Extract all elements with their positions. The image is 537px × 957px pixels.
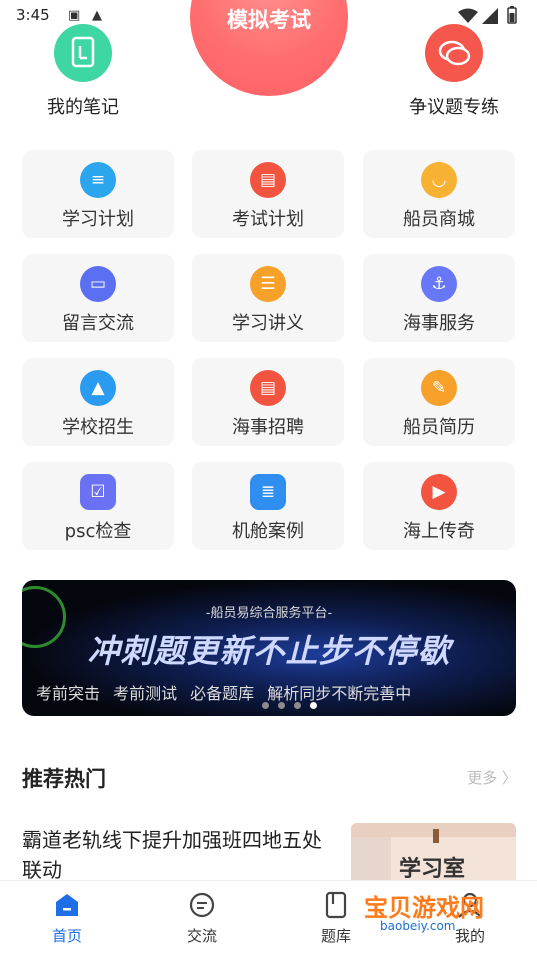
note-icon bbox=[54, 24, 112, 82]
exam-plan-icon: ▤ bbox=[250, 162, 286, 198]
home-icon bbox=[53, 891, 81, 919]
my-notes-label: 我的笔记 bbox=[47, 97, 119, 118]
mock-exam-button[interactable]: 模拟考试 bbox=[190, 0, 348, 96]
recruit-icon: ▤ bbox=[250, 370, 286, 406]
grid-label: 船员简历 bbox=[403, 417, 475, 438]
grid-item-maritime-recruit[interactable]: ▤ 海事招聘 bbox=[192, 358, 344, 446]
nav-home-label: 首页 bbox=[51, 927, 82, 945]
mock-exam-label: 模拟考试 bbox=[227, 8, 311, 32]
grid-item-engine-case[interactable]: ≣ 机舱案例 bbox=[192, 462, 344, 550]
grid-label: 学习计划 bbox=[62, 209, 134, 230]
carousel-dot[interactable] bbox=[278, 702, 285, 709]
lecture-icon: ☰ bbox=[250, 266, 286, 302]
grid-label: 海事招聘 bbox=[232, 417, 304, 438]
grid-label: 学校招生 bbox=[62, 417, 134, 438]
grid-label: 海上传奇 bbox=[403, 521, 475, 542]
grid-label: psc检查 bbox=[64, 521, 132, 542]
watermark-text: 宝贝游戏网 bbox=[364, 894, 484, 922]
grid-item-maritime-service[interactable]: ⚓ 海事服务 bbox=[363, 254, 515, 342]
grid-label: 船员商城 bbox=[403, 209, 475, 230]
carousel-dot-active[interactable] bbox=[310, 702, 317, 709]
grid-item-study-plan[interactable]: ≡ 学习计划 bbox=[22, 150, 174, 238]
grid-label: 留言交流 bbox=[62, 313, 134, 334]
grid-item-crew-shop[interactable]: ◡ 船员商城 bbox=[363, 150, 515, 238]
message-icon: ▭ bbox=[80, 266, 116, 302]
grid-label: 机舱案例 bbox=[232, 521, 304, 542]
grid-item-lecture[interactable]: ☰ 学习讲义 bbox=[192, 254, 344, 342]
section-title: 推荐热门 bbox=[22, 767, 106, 791]
promo-banner[interactable]: -船员易综合服务平台- 冲刺题更新不止步不停歇 考前突击 考前测试 必备题库 解… bbox=[22, 580, 516, 716]
grid-item-message[interactable]: ▭ 留言交流 bbox=[22, 254, 174, 342]
checklist-icon: ☑ bbox=[80, 474, 116, 510]
banner-headline: 冲刺题更新不止步不停歇 bbox=[87, 632, 451, 670]
grid-item-school-enrollment[interactable]: ▲ 学校招生 bbox=[22, 358, 174, 446]
shop-icon: ◡ bbox=[421, 162, 457, 198]
watermark-logo: 宝贝游戏网 baobeiy.com bbox=[360, 888, 510, 938]
grid-item-sea-legend[interactable]: ▶ 海上传奇 bbox=[363, 462, 515, 550]
dispute-practice-button[interactable]: 争议题专练 bbox=[394, 24, 514, 119]
resume-icon: ✎ bbox=[421, 370, 457, 406]
article-title[interactable]: 霸道老轨线下提升加强班四地五处联动 bbox=[22, 825, 332, 885]
nav-home[interactable]: 首页 bbox=[27, 891, 107, 946]
nav-exchange[interactable]: 交流 bbox=[162, 891, 242, 946]
nav-exchange-label: 交流 bbox=[186, 927, 217, 945]
my-notes-button[interactable]: 我的笔记 bbox=[23, 24, 143, 119]
carousel-dot[interactable] bbox=[262, 702, 269, 709]
grid-label: 海事服务 bbox=[403, 313, 475, 334]
anchor-icon: ⚓ bbox=[421, 266, 457, 302]
study-plan-icon: ≡ bbox=[80, 162, 116, 198]
more-link[interactable]: 更多 〉 bbox=[467, 767, 517, 788]
grid-item-exam-plan[interactable]: ▤ 考试计划 bbox=[192, 150, 344, 238]
grid-label: 考试计划 bbox=[232, 209, 304, 230]
banner-subtitle: -船员易综合服务平台- bbox=[205, 606, 333, 621]
carousel-dot[interactable] bbox=[294, 702, 301, 709]
signal-icon bbox=[482, 8, 498, 24]
sailboat-icon: ▲ bbox=[80, 370, 116, 406]
thumbnail-text: 学习室 bbox=[399, 857, 466, 882]
chat-bubbles-icon bbox=[425, 24, 483, 82]
warning-icon: ▲ bbox=[92, 8, 102, 23]
dispute-practice-label: 争议题专练 bbox=[409, 97, 499, 118]
chat-icon bbox=[188, 891, 216, 919]
status-time: 3:45 bbox=[16, 6, 50, 24]
banner-tags: 考前突击 考前测试 必备题库 解析同步不断完善中 bbox=[36, 684, 412, 703]
document-icon: ≣ bbox=[250, 474, 286, 510]
grid-item-psc-check[interactable]: ☑ psc检查 bbox=[22, 462, 174, 550]
video-icon: ▶ bbox=[421, 474, 457, 510]
notification-icon: ▣ bbox=[68, 8, 81, 23]
watermark-url: baobeiy.com bbox=[380, 919, 456, 933]
question-bank-icon bbox=[322, 891, 350, 919]
wifi-icon bbox=[458, 8, 478, 23]
grid-label: 学习讲义 bbox=[232, 313, 304, 334]
grid-item-crew-resume[interactable]: ✎ 船员简历 bbox=[363, 358, 515, 446]
battery-icon bbox=[507, 6, 517, 24]
